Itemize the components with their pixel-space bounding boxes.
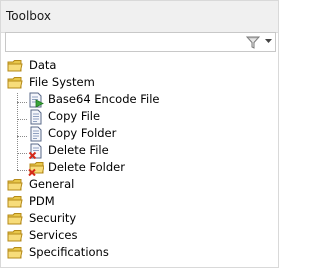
tree-connector	[17, 136, 27, 137]
file-delete-icon	[28, 143, 42, 159]
folder-icon	[7, 77, 23, 89]
folder-icon	[7, 179, 23, 191]
tree-item-label: Data	[29, 58, 57, 72]
tree-item-label: Specifications	[29, 245, 109, 259]
folder-icon	[7, 60, 23, 72]
tree-item-label: File System	[29, 75, 95, 89]
tree-item-label: General	[29, 177, 75, 191]
tree-item-label: Security	[29, 211, 77, 225]
folder-icon	[7, 196, 23, 208]
filter-input[interactable]	[8, 34, 242, 50]
filter-bar	[5, 32, 276, 52]
tree-connector	[17, 102, 27, 103]
file-run-icon	[29, 92, 44, 108]
toolbox-titlebar: Toolbox	[1, 1, 278, 33]
funnel-icon[interactable]	[246, 36, 260, 49]
file-icon	[30, 109, 42, 125]
folder-icon	[7, 230, 23, 242]
folder-icon	[7, 213, 23, 225]
tree-connector	[17, 170, 27, 171]
folder-icon	[7, 247, 23, 259]
folder-delete-icon	[28, 162, 44, 176]
tree-connector	[17, 153, 27, 154]
tree-item-label: Delete File	[48, 143, 109, 157]
tree-connector	[17, 119, 27, 120]
tree-item-label: Copy Folder	[48, 126, 117, 140]
tree-item-label: Delete Folder	[48, 160, 125, 174]
tree-item-label: PDM	[29, 194, 55, 208]
toolbox-panel: Toolbox Data File System Base64 Encode F…	[0, 0, 279, 268]
tree-item-label: Base64 Encode File	[48, 92, 160, 106]
toolbox-title: Toolbox	[6, 9, 51, 23]
chevron-down-icon[interactable]	[265, 39, 272, 44]
tree-item-label: Copy File	[48, 109, 101, 123]
tree-item-label: Services	[29, 228, 78, 242]
tree-connector	[17, 93, 18, 170]
file-icon	[30, 126, 42, 142]
